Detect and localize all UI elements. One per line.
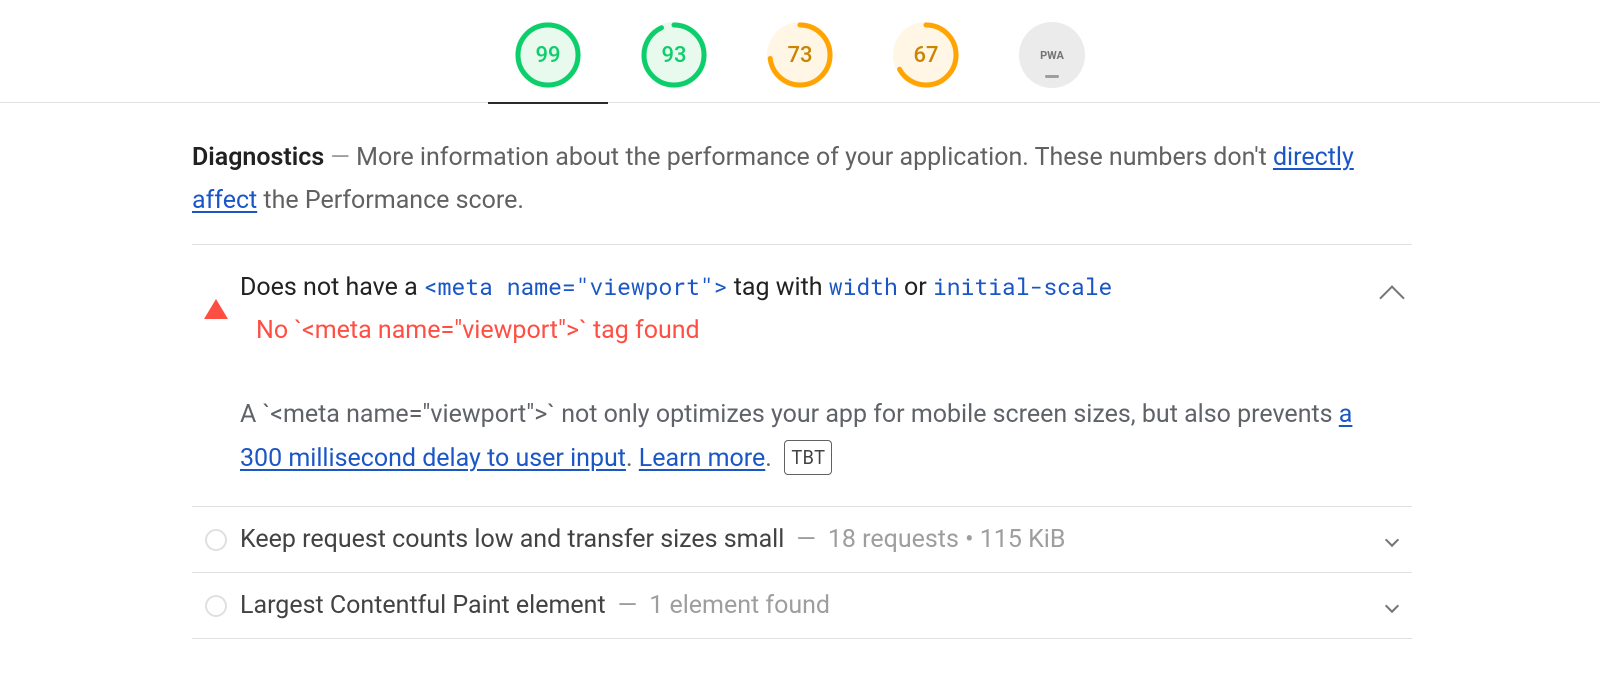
audit-code: width <box>829 272 898 302</box>
chevron-down-icon[interactable] <box>1385 599 1399 613</box>
dash-separator: — <box>796 525 816 554</box>
dash-separator: — <box>618 591 638 620</box>
score-gauge-seo[interactable]: 67 <box>891 22 961 88</box>
score-value: 73 <box>787 43 812 68</box>
info-circle-icon <box>205 529 227 551</box>
audit-expl-end: . <box>765 444 778 473</box>
chevron-up-icon[interactable] <box>1379 285 1404 310</box>
chevron-down-icon[interactable] <box>1385 533 1399 547</box>
audit-title-part: or <box>898 273 933 302</box>
pwa-label: PWA <box>1040 49 1064 62</box>
audit-expl-sep: . <box>626 444 639 473</box>
fail-triangle-icon <box>204 299 228 319</box>
score-gauge-best-practices[interactable]: 73 <box>765 22 835 88</box>
info-circle-icon <box>205 595 227 617</box>
diagnostics-section-header: Diagnostics — More information about the… <box>192 103 1412 245</box>
audit-code: <meta name="viewport"> <box>424 272 728 302</box>
audit-row-title: Largest Contentful Paint element <box>240 591 606 620</box>
audit-viewport-expanded: Does not have a <meta name="viewport"> t… <box>192 245 1412 507</box>
audit-row-meta: 1 element found <box>649 591 830 620</box>
score-list: 99 93 73 67 PWA <box>0 22 1600 88</box>
audit-row-lcp-element[interactable]: Largest Contentful Paint element — 1 ele… <box>192 573 1412 639</box>
score-gauge-accessibility[interactable]: 93 <box>639 22 709 88</box>
diagnostics-intro-before: More information about the performance o… <box>356 143 1273 172</box>
audit-row-title: Keep request counts low and transfer siz… <box>240 525 784 554</box>
audit-explanation: A `<meta name="viewport">` not only opti… <box>240 393 1372 481</box>
score-value: 93 <box>661 43 686 68</box>
audit-row-meta: 18 requests • 115 KiB <box>828 525 1066 554</box>
learn-more-link[interactable]: Learn more <box>639 444 765 473</box>
pwa-no-score-icon <box>1045 75 1059 78</box>
audit-title-part: Does not have a <box>240 273 424 302</box>
audit-title[interactable]: Does not have a <meta name="viewport"> t… <box>240 269 1372 308</box>
audit-expl-part: A `<meta name="viewport">` not only opti… <box>240 400 1339 429</box>
dash-separator: — <box>330 143 356 172</box>
score-header: 99 93 73 67 PWA <box>0 0 1600 103</box>
metric-tag: TBT <box>784 440 832 475</box>
score-value: 99 <box>535 43 560 68</box>
audit-error-message: No `<meta name="viewport">` tag found <box>240 316 1372 345</box>
score-gauge-performance[interactable]: 99 <box>513 22 583 88</box>
score-value: 67 <box>913 43 938 68</box>
active-category-underline <box>488 102 608 104</box>
diagnostics-title: Diagnostics <box>192 143 324 172</box>
diagnostics-intro-after: the Performance score. <box>257 186 524 215</box>
audit-title-part: tag with <box>728 273 829 302</box>
score-gauge-pwa[interactable]: PWA <box>1017 22 1087 88</box>
audit-row-request-counts[interactable]: Keep request counts low and transfer siz… <box>192 507 1412 573</box>
audit-code: initial-scale <box>933 272 1112 302</box>
